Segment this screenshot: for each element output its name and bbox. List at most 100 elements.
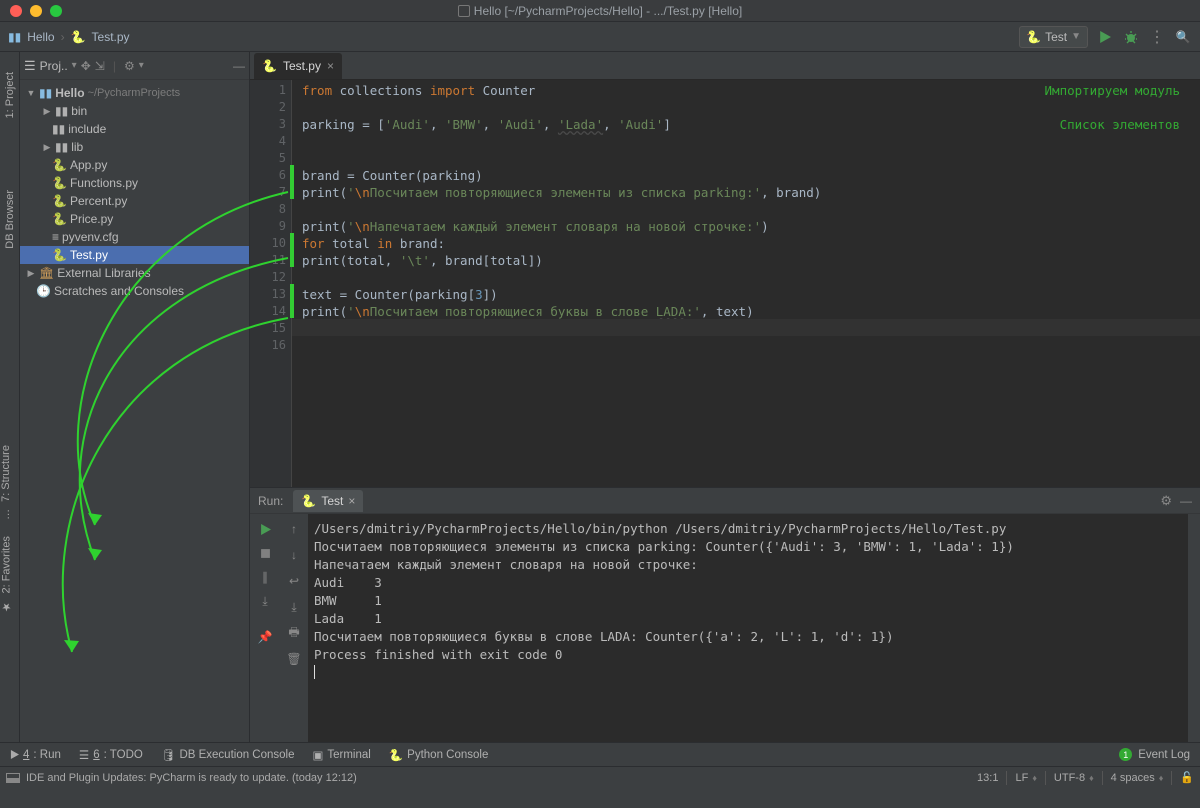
down-arrow-icon[interactable]: ↓: [285, 546, 303, 564]
print-icon[interactable]: 🖶: [285, 624, 303, 642]
line-number[interactable]: 8: [250, 201, 286, 218]
run-button[interactable]: [1096, 28, 1114, 46]
code-area[interactable]: Импортируем модуль Список элементов from…: [292, 80, 1200, 487]
status-bar: IDE and Plugin Updates: PyCharm is ready…: [0, 766, 1200, 788]
export-button[interactable]: ⤓: [256, 592, 274, 610]
tree-node-cfg[interactable]: ≡ pyvenv.cfg: [20, 228, 249, 246]
close-tab-icon[interactable]: ×: [327, 59, 334, 73]
navigation-toolbar: ▮▮ Hello › 🐍 Test.py 🐍 Test ▼ ⋮ 🔍: [0, 22, 1200, 52]
status-indent[interactable]: 4 spaces: [1111, 772, 1155, 784]
output-scrollbar[interactable]: [1188, 514, 1200, 742]
line-number[interactable]: 11: [250, 252, 286, 269]
breadcrumb[interactable]: ▮▮ Hello › 🐍 Test.py: [8, 30, 130, 44]
project-tree[interactable]: ▼▮▮ Hello ~/PycharmProjects ▶▮▮ bin ▮▮ i…: [20, 80, 249, 304]
line-number[interactable]: 1: [250, 82, 286, 99]
status-line-col[interactable]: 13:1: [977, 772, 998, 784]
line-number[interactable]: 12: [250, 269, 286, 286]
tool-python-console[interactable]: 🐍Python Console: [389, 748, 489, 762]
database-icon: 🛢: [161, 748, 176, 762]
line-number[interactable]: 14: [250, 303, 286, 320]
editor-tab-test[interactable]: 🐍 Test.py ×: [254, 53, 342, 79]
line-number[interactable]: 4: [250, 133, 286, 150]
tool-run[interactable]: 4: Run: [10, 749, 61, 761]
tree-node-external-libraries[interactable]: ▶🏛 External Libraries: [20, 264, 249, 282]
minimize-window-button[interactable]: [30, 5, 42, 17]
tree-node-bin[interactable]: ▶▮▮ bin: [20, 102, 249, 120]
run-header: Run: 🐍 Test × ⚙ —: [250, 488, 1200, 514]
stop-button[interactable]: [256, 544, 274, 562]
tool-db-exec[interactable]: 🛢DB Execution Console: [161, 748, 295, 762]
tree-node-price[interactable]: 🐍 Price.py: [20, 210, 249, 228]
settings-icon[interactable]: ⚙: [1160, 493, 1172, 509]
line-number[interactable]: 6: [250, 167, 286, 184]
hide-tool-window-icon[interactable]: —: [233, 59, 245, 73]
line-number-gutter[interactable]: 1 2 3 4 5 6 7 8 9 10 11 12 13 14 15 16: [250, 80, 292, 487]
run-sidebar-secondary: ↑ ↓ ↩ ⤓ 🖶 🗑: [280, 514, 308, 742]
close-tab-icon[interactable]: ×: [348, 494, 355, 508]
event-count-badge[interactable]: 1: [1119, 748, 1132, 761]
line-number[interactable]: 15: [250, 320, 286, 337]
terminal-icon: ▣: [313, 748, 324, 762]
python-file-icon: 🐍: [71, 30, 86, 44]
select-opened-file-icon[interactable]: ✥: [81, 59, 91, 73]
rail-tab-favorites[interactable]: ★ 2: Favorites: [0, 528, 13, 622]
breadcrumb-root[interactable]: Hello: [27, 30, 54, 44]
tree-node-label: bin: [71, 104, 87, 118]
python-icon: 🐍: [1026, 30, 1041, 44]
tree-node-lib[interactable]: ▶▮▮ lib: [20, 138, 249, 156]
status-eol[interactable]: LF: [1015, 772, 1028, 784]
debug-button[interactable]: [1122, 28, 1140, 46]
settings-icon[interactable]: ⚙: [124, 59, 135, 73]
scroll-to-end-icon[interactable]: ⤓: [285, 598, 303, 616]
run-configuration-selector[interactable]: 🐍 Test ▼: [1019, 26, 1088, 48]
tree-node-functions[interactable]: 🐍 Functions.py: [20, 174, 249, 192]
tree-node-label: lib: [71, 140, 83, 154]
toggle-tool-windows-icon[interactable]: [6, 773, 20, 783]
line-number[interactable]: 10: [250, 235, 286, 252]
more-actions-button[interactable]: ⋮: [1148, 28, 1166, 46]
line-number[interactable]: 16: [250, 337, 286, 354]
tree-node-scratches[interactable]: 🕒 Scratches and Consoles: [20, 282, 249, 300]
run-tool-window: Run: 🐍 Test × ⚙ — ∥ ⤓ 📌: [250, 487, 1200, 742]
rail-tab-project[interactable]: 1: Project: [4, 64, 16, 126]
breadcrumb-file[interactable]: Test.py: [92, 30, 130, 44]
tool-event-log[interactable]: Event Log: [1138, 749, 1190, 761]
tool-terminal[interactable]: ▣Terminal: [313, 748, 371, 762]
clear-all-icon[interactable]: 🗑: [285, 650, 303, 668]
line-number[interactable]: 2: [250, 99, 286, 116]
editor-tab-label: Test.py: [283, 59, 321, 73]
soft-wrap-icon[interactable]: ↩: [285, 572, 303, 590]
search-everywhere-button[interactable]: 🔍: [1174, 28, 1192, 46]
main-area: 1: Project DB Browser ☰ Proj.. ▾ ✥ ⇲ | ⚙…: [0, 52, 1200, 742]
run-tab[interactable]: 🐍 Test ×: [293, 490, 363, 512]
line-number[interactable]: 5: [250, 150, 286, 167]
hide-tool-window-icon[interactable]: —: [1180, 494, 1192, 508]
editor-body[interactable]: 1 2 3 4 5 6 7 8 9 10 11 12 13 14 15 16 И…: [250, 80, 1200, 487]
line-number[interactable]: 7: [250, 184, 286, 201]
tree-node-include[interactable]: ▮▮ include: [20, 120, 249, 138]
rerun-button[interactable]: [256, 520, 274, 538]
tree-node-test[interactable]: 🐍 Test.py: [20, 246, 249, 264]
python-icon: 🐍: [389, 748, 403, 762]
rail-tab-db-browser[interactable]: DB Browser: [4, 182, 16, 257]
status-encoding[interactable]: UTF-8: [1054, 772, 1085, 784]
tree-node-app[interactable]: 🐍 App.py: [20, 156, 249, 174]
line-number[interactable]: 9: [250, 218, 286, 235]
close-window-button[interactable]: [10, 5, 22, 17]
output-line: Process finished with exit code 0: [314, 646, 1178, 664]
line-number[interactable]: 3: [250, 116, 286, 133]
rail-tab-structure[interactable]: … 7: Structure: [0, 437, 12, 528]
pause-button[interactable]: ∥: [256, 568, 274, 586]
line-number[interactable]: 13: [250, 286, 286, 303]
zoom-window-button[interactable]: [50, 5, 62, 17]
run-output[interactable]: /Users/dmitriy/PycharmProjects/Hello/bin…: [308, 514, 1188, 742]
tree-root[interactable]: ▼▮▮ Hello ~/PycharmProjects: [20, 84, 249, 102]
tree-node-percent[interactable]: 🐍 Percent.py: [20, 192, 249, 210]
tool-todo[interactable]: ☰6: TODO: [79, 748, 143, 762]
editor: 🐍 Test.py × 1 2 3 4 5 6 7 8: [250, 52, 1200, 742]
collapse-all-icon[interactable]: ⇲: [95, 59, 105, 73]
up-arrow-icon[interactable]: ↑: [285, 520, 303, 538]
status-message[interactable]: IDE and Plugin Updates: PyCharm is ready…: [26, 772, 357, 784]
pin-tab-button[interactable]: 📌: [256, 628, 274, 646]
readonly-lock-icon[interactable]: 🔓: [1180, 771, 1194, 784]
